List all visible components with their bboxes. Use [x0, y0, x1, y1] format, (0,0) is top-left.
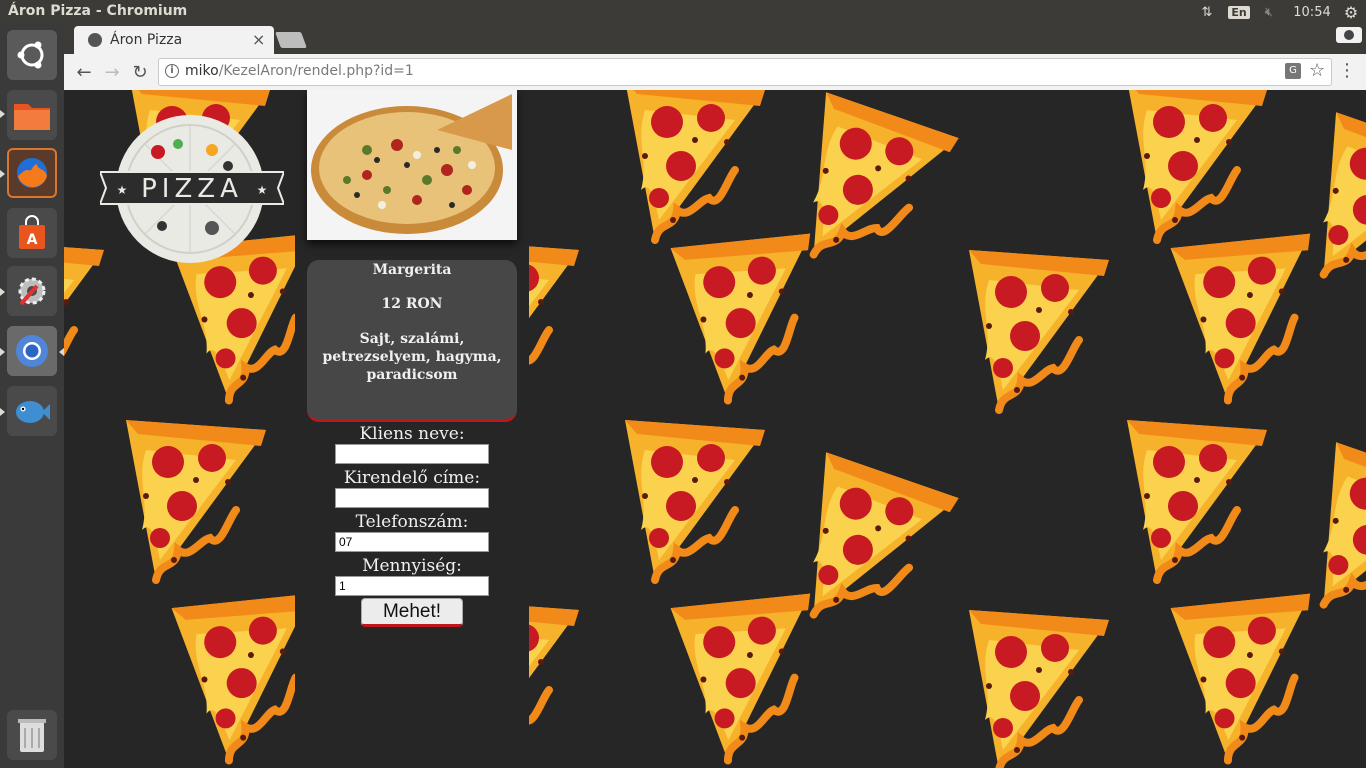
browser-menu-icon[interactable]: ⋮ — [1338, 60, 1356, 81]
product-card: Margerita 12 RON Sajt, szalámi, petrezse… — [307, 260, 517, 422]
top-panel: Áron Pizza - Chromium ⇅ En 🔇︎ 10:54 ⚙ — [0, 0, 1366, 24]
logo-text: PIZZA — [141, 174, 243, 204]
firefox-button[interactable] — [7, 148, 57, 198]
system-settings-button[interactable] — [7, 266, 57, 316]
tab-title: Áron Pizza — [110, 32, 183, 48]
quantity-label: Mennyiség: — [362, 556, 462, 576]
network-icon[interactable]: ⇅ — [1196, 0, 1218, 24]
bluefish-button[interactable] — [7, 386, 57, 436]
chromium-button[interactable] — [7, 326, 57, 376]
software-center-button[interactable]: A — [7, 208, 57, 258]
running-indicator — [0, 288, 5, 296]
address-input[interactable] — [335, 488, 489, 508]
quantity-input[interactable] — [335, 576, 489, 596]
ubuntu-logo-icon — [17, 41, 44, 69]
svg-text:A: A — [27, 232, 38, 248]
running-indicator — [0, 110, 5, 118]
trash-button[interactable] — [7, 710, 57, 760]
keyboard-layout-indicator[interactable]: En — [1228, 0, 1250, 24]
svg-text:★: ★ — [257, 183, 268, 197]
address-bar[interactable]: i miko/KezelAron/rendel.php?id=1 G ☆ — [158, 58, 1332, 86]
submit-order-button[interactable]: Mehet! — [361, 598, 463, 627]
profile-icon — [1344, 30, 1354, 40]
ubuntu-dash-button[interactable] — [7, 30, 57, 80]
phone-input[interactable] — [335, 532, 489, 552]
product-price: 12 RON — [381, 296, 443, 312]
pizza-pattern — [529, 90, 1366, 768]
pizza-photo — [307, 90, 517, 240]
client-name-label: Kliens neve: — [359, 424, 465, 444]
trash-icon — [18, 719, 46, 752]
running-indicator — [0, 408, 5, 416]
order-column: Margerita 12 RON Sajt, szalámi, petrezse… — [295, 90, 529, 768]
window-title: Áron Pizza - Chromium — [8, 3, 188, 19]
pizza-logo: PIZZA ★ ★ — [100, 115, 284, 263]
firefox-icon — [17, 158, 47, 188]
page-viewport: PIZZA ★ ★ Margerita 12 RON Sajt, szalámi… — [64, 90, 1366, 768]
new-tab-button[interactable] — [275, 32, 307, 48]
tab-strip: Áron Pizza × — [64, 24, 1366, 54]
url-path: /KezelAron/rendel.php?id=1 — [218, 63, 414, 79]
pizza-background-left: PIZZA ★ ★ — [64, 90, 295, 768]
url-text[interactable]: miko/KezelAron/rendel.php?id=1 — [185, 63, 414, 79]
client-name-input[interactable] — [335, 444, 489, 464]
address-label: Kirendelő címe: — [343, 468, 481, 488]
tab-close-icon[interactable]: × — [252, 30, 265, 49]
settings-gear-icon — [18, 277, 46, 306]
bluefish-icon — [16, 401, 50, 423]
sound-muted-icon[interactable]: 🔇︎ — [1258, 0, 1280, 24]
running-indicator — [0, 348, 5, 356]
keyboard-layout-label: En — [1228, 5, 1250, 19]
files-button[interactable] — [7, 90, 57, 140]
chromium-icon — [16, 335, 48, 367]
product-name: Margerita — [372, 262, 452, 278]
site-info-icon[interactable]: i — [165, 64, 179, 78]
tab-aron-pizza[interactable]: Áron Pizza × — [74, 26, 274, 54]
system-gear-icon[interactable]: ⚙ — [1340, 0, 1362, 24]
profile-button[interactable] — [1336, 27, 1362, 43]
launcher: A — [0, 24, 65, 768]
phone-label: Telefonszám: — [355, 512, 469, 532]
url-host: miko — [185, 63, 219, 79]
bookmark-star-icon[interactable]: ☆ — [1309, 60, 1325, 81]
page-favicon-icon — [88, 33, 102, 47]
translate-icon[interactable]: G — [1285, 63, 1301, 79]
product-description: Sajt, szalámi, petrezselyem, hagyma, par… — [322, 331, 502, 383]
browser-toolbar: ← → ↻ i miko/KezelAron/rendel.php?id=1 G… — [64, 54, 1366, 91]
forward-arrow-icon[interactable]: → — [100, 60, 124, 84]
reload-icon[interactable]: ↻ — [128, 60, 152, 84]
pizza-background-right — [529, 90, 1366, 768]
back-arrow-icon[interactable]: ← — [72, 60, 96, 84]
margerita-pizza-image — [307, 90, 517, 240]
running-indicator — [0, 170, 5, 178]
order-form: Kliens neve: Kirendelő címe: Telefonszám… — [295, 424, 529, 627]
clock[interactable]: 10:54 — [1290, 0, 1334, 24]
shopping-bag-icon: A — [19, 215, 45, 249]
folder-icon — [14, 104, 50, 130]
svg-text:★: ★ — [117, 183, 128, 197]
